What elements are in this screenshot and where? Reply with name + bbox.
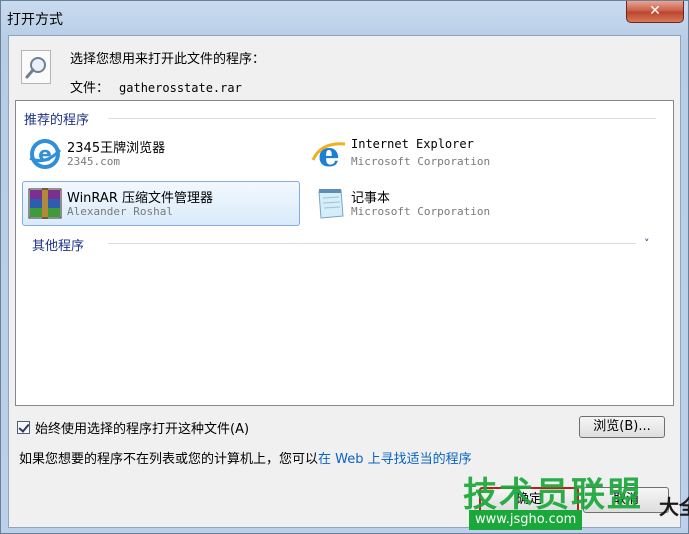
group-divider <box>108 118 656 119</box>
program-item-winrar[interactable]: WinRAR 压缩文件管理器 Alexander Roshal <box>22 181 300 226</box>
find-on-web-link[interactable]: 在 Web 上寻找适当的程序 <box>318 452 472 467</box>
group-divider <box>108 243 636 244</box>
recommended-programs-header[interactable]: 推荐的程序 <box>24 109 89 128</box>
open-with-dialog: 打开方式 ✕ 选择您想用来打开此文件的程序： 文件： gatherosstate.… <box>0 0 689 534</box>
window-title: 打开方式 <box>7 12 63 28</box>
dialog-client-area: 选择您想用来打开此文件的程序： 文件： gatherosstate.rar 推荐的… <box>8 35 681 528</box>
program-publisher: 2345.com <box>67 155 120 168</box>
internet-explorer-icon: e <box>311 135 347 175</box>
svg-text:e: e <box>38 142 52 166</box>
program-item-2345-browser[interactable]: e 2345王牌浏览器 2345.com <box>22 131 300 176</box>
program-publisher: Microsoft Corporation <box>351 205 491 218</box>
program-item-internet-explorer[interactable]: e Internet Explorer Microsoft Corporatio… <box>306 131 584 176</box>
browser-2345-icon: e <box>27 136 63 172</box>
browse-button[interactable]: 浏览(B)... <box>579 416 665 438</box>
notepad-icon <box>311 186 347 222</box>
close-icon: ✕ <box>649 3 661 19</box>
program-name: 2345王牌浏览器 <box>67 141 166 156</box>
program-list[interactable]: 推荐的程序 e 2345王牌浏览器 2345.com e Internet Ex… <box>15 100 674 406</box>
file-label: 文件： <box>70 81 110 96</box>
web-search-hint: 如果您想要的程序不在列表或您的计算机上，您可以在 Web 上寻找适当的程序 <box>19 448 472 467</box>
program-name: WinRAR 压缩文件管理器 <box>67 191 213 206</box>
close-button[interactable]: ✕ <box>626 1 684 23</box>
always-use-option[interactable]: 始终使用选择的程序打开这种文件(A) <box>17 418 249 437</box>
program-name: Internet Explorer <box>351 137 474 151</box>
dialog-prompt: 选择您想用来打开此文件的程序： <box>70 52 266 67</box>
file-name: gatherosstate.rar <box>119 81 242 95</box>
winrar-icon <box>27 186 63 222</box>
file-info: 文件： gatherosstate.rar <box>70 77 242 96</box>
svg-text:e: e <box>318 136 340 172</box>
program-publisher: Microsoft Corporation <box>351 155 491 168</box>
file-search-icon <box>21 50 51 84</box>
ok-button[interactable]: 确定 <box>479 487 579 513</box>
hint-text: 如果您想要的程序不在列表或您的计算机上，您可以 <box>19 452 319 467</box>
program-item-notepad[interactable]: 记事本 Microsoft Corporation <box>306 181 584 226</box>
program-publisher: Alexander Roshal <box>67 205 173 218</box>
chevron-down-icon[interactable]: ˅ <box>644 237 650 250</box>
always-use-label[interactable]: 始终使用选择的程序打开这种文件(A) <box>35 418 249 437</box>
other-programs-header[interactable]: 其他程序 <box>32 235 84 254</box>
always-use-checkbox[interactable] <box>17 420 30 434</box>
title-bar[interactable]: 打开方式 ✕ <box>1 1 688 35</box>
cancel-button[interactable]: 取消 <box>583 487 669 513</box>
program-name: 记事本 <box>351 191 391 206</box>
